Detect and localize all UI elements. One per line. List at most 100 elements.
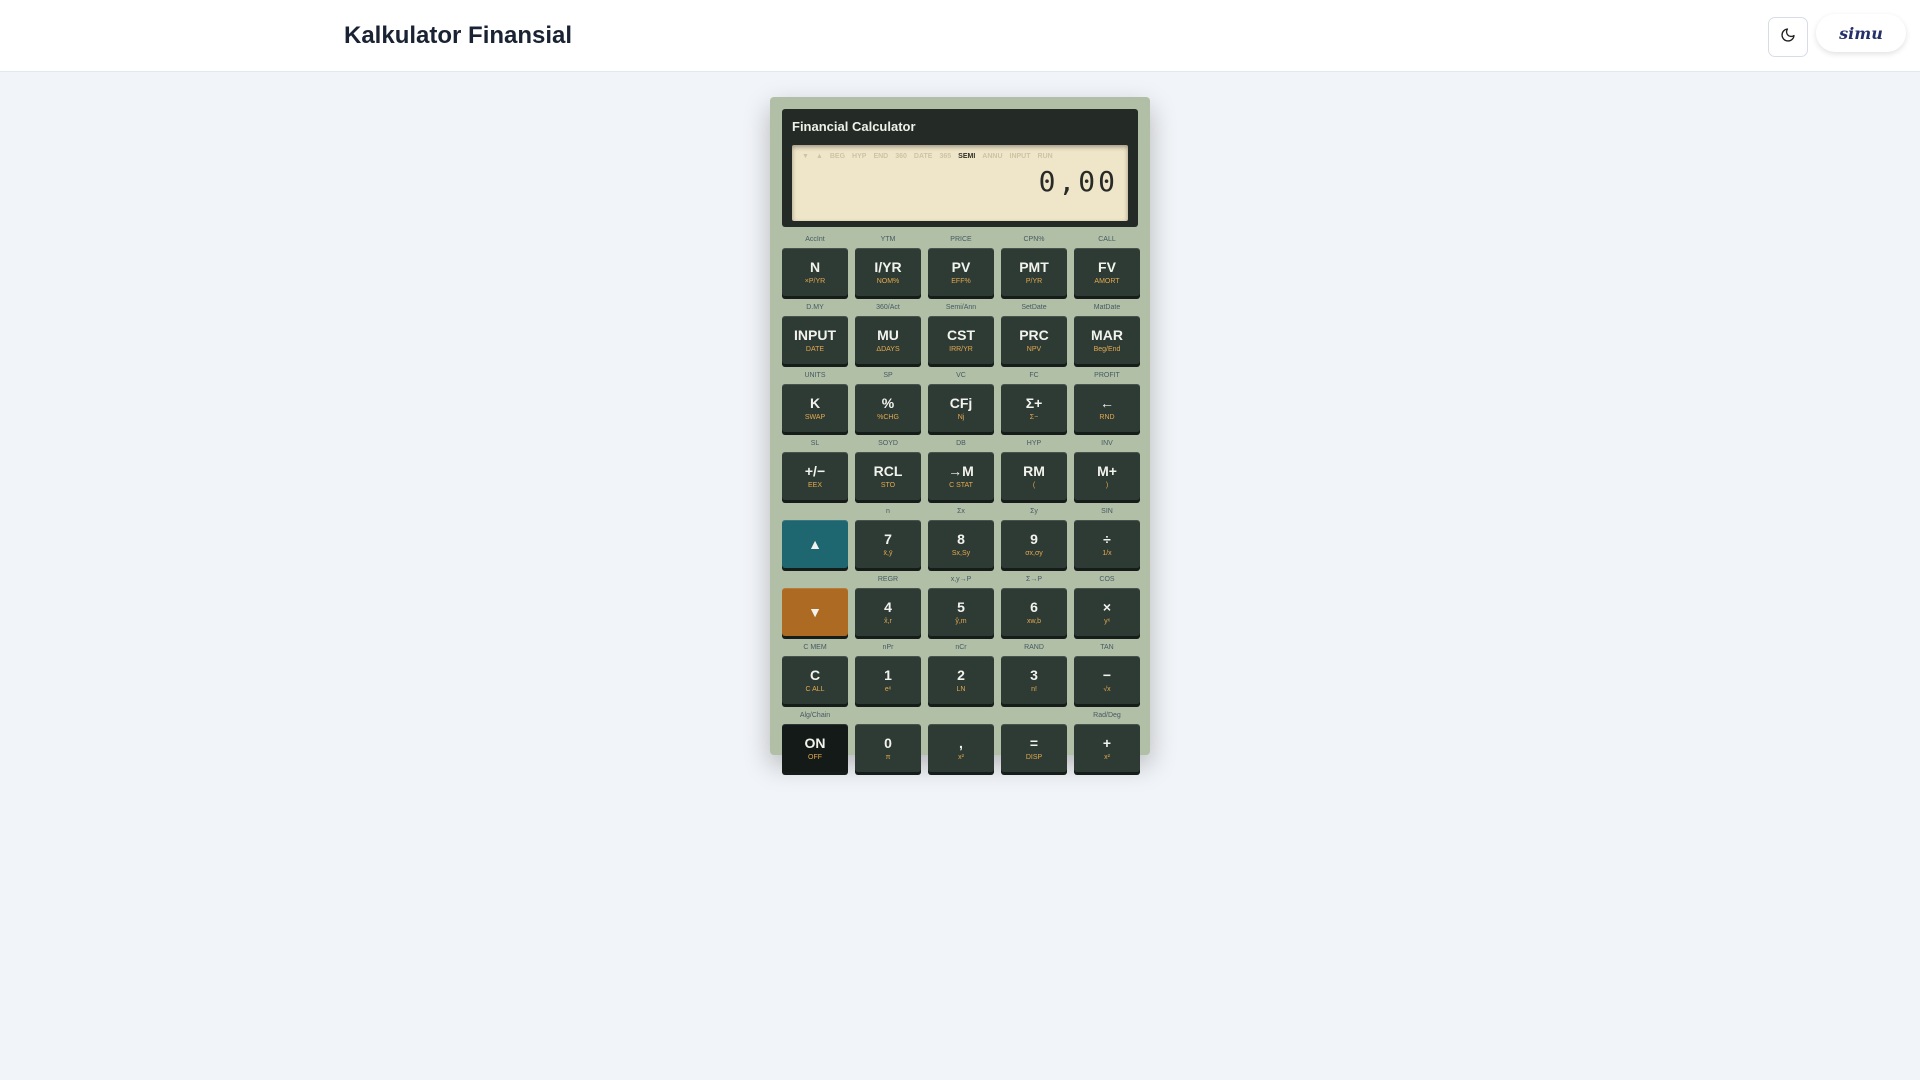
key-button[interactable]: 6 xw,b: [1001, 588, 1067, 636]
indicator-10: INPUT: [1009, 153, 1031, 160]
key-second-label: EEX: [807, 481, 822, 489]
display-value: 0,00: [1038, 165, 1118, 198]
key-button[interactable]: MAR Beg/End: [1074, 316, 1140, 364]
key-label: CFj: [949, 394, 973, 411]
key-shift-label: PRICE: [950, 236, 972, 243]
key-shift-label: RAND: [1024, 644, 1044, 651]
key-label: M+: [1097, 462, 1117, 479]
key-second-label: x̂,r: [884, 617, 892, 625]
key-shift-label: MatDate: [1093, 304, 1121, 311]
key-button[interactable]: C C ALL: [782, 656, 848, 704]
key-shift-label: TAN: [1100, 644, 1114, 651]
key-shift-label: SIN: [1101, 508, 1113, 515]
theme-toggle-button[interactable]: [1768, 17, 1808, 57]
key-cell: TAN − √x: [1074, 643, 1140, 704]
key-shift-label: UNITS: [804, 372, 826, 379]
key-button[interactable]: →M C STAT: [928, 452, 994, 500]
key-button[interactable]: MU ΔDAYS: [855, 316, 921, 364]
key-cell: , x²: [928, 711, 994, 772]
key-label: ▼: [808, 604, 822, 620]
key-label: ÷: [1103, 530, 1111, 547]
key-cell: nPr 1 eˣ: [855, 643, 921, 704]
key-button[interactable]: K SWAP: [782, 384, 848, 432]
key-button[interactable]: + x²: [1074, 724, 1140, 772]
key-cell: Semi/Ann CST IRR/YR: [928, 303, 994, 364]
key-button[interactable]: = DISP: [1001, 724, 1067, 772]
key-cell: SL +/− EEX: [782, 439, 848, 500]
indicator-4: END: [873, 153, 889, 160]
key-button[interactable]: PV EFF%: [928, 248, 994, 296]
key-second-label: STO: [880, 481, 896, 489]
key-button[interactable]: × yˣ: [1074, 588, 1140, 636]
key-row: ▲ n 7 x̄,ȳ Σx 8 Sx,Sy Σy 9 σx,σy SIN ÷ 1/x: [782, 507, 1140, 568]
key-cell: n 7 x̄,ȳ: [855, 507, 921, 568]
key-button[interactable]: CFj Nj: [928, 384, 994, 432]
key-shift-label: CPN%: [1023, 236, 1045, 243]
key-label: MU: [877, 326, 899, 343]
key-button[interactable]: 0π: [855, 724, 921, 772]
key-button[interactable]: RM (: [1001, 452, 1067, 500]
key-button[interactable]: FV AMORT: [1074, 248, 1140, 296]
key-label: 3: [1030, 666, 1038, 683]
key-button[interactable]: +/− EEX: [782, 452, 848, 500]
brand-logo[interactable]: simu: [1816, 14, 1906, 52]
key-label: ▲: [808, 536, 822, 552]
key-shift-label: SP: [883, 372, 893, 379]
key-button[interactable]: RCL STO: [855, 452, 921, 500]
key-button[interactable]: 4 x̂,r: [855, 588, 921, 636]
key-second-label: Beg/End: [1093, 345, 1121, 353]
key-button[interactable]: 5 ŷ,m: [928, 588, 994, 636]
key-second-label: EFF%: [951, 277, 971, 285]
key-cell: 360/Act MU ΔDAYS: [855, 303, 921, 364]
key-cell: Rad/Deg + x²: [1074, 711, 1140, 772]
key-second-label: x²: [1104, 753, 1110, 761]
indicator-9: ANNU: [982, 153, 1003, 160]
key-button[interactable]: , x²: [928, 724, 994, 772]
key-button[interactable]: PMT P/YR: [1001, 248, 1067, 296]
key-shift-label: FC: [1029, 372, 1039, 379]
key-button[interactable]: % %CHG: [855, 384, 921, 432]
key-button[interactable]: 3 n!: [1001, 656, 1067, 704]
key-second-label: AMORT: [1094, 277, 1120, 285]
key-button[interactable]: INPUT DATE: [782, 316, 848, 364]
key-button[interactable]: 2 LN: [928, 656, 994, 704]
key-shift-label: n: [886, 508, 890, 515]
key-shift-label: Rad/Deg: [1093, 712, 1121, 719]
key-shift-label: SetDate: [1021, 304, 1047, 311]
indicator-7: 365: [939, 153, 952, 160]
key-label: Σ+: [1025, 394, 1043, 411]
key-label: 1: [884, 666, 892, 683]
key-button[interactable]: ▼: [782, 588, 848, 636]
key-label: =: [1029, 734, 1039, 751]
key-button[interactable]: ÷ 1/x: [1074, 520, 1140, 568]
key-button[interactable]: PRC NPV: [1001, 316, 1067, 364]
key-button[interactable]: M+): [1074, 452, 1140, 500]
key-cell: ▼: [782, 575, 848, 636]
key-button[interactable]: 8 Sx,Sy: [928, 520, 994, 568]
key-button[interactable]: 7 x̄,ȳ: [855, 520, 921, 568]
key-label: RCL: [873, 462, 903, 479]
key-button[interactable]: I/YR NOM%: [855, 248, 921, 296]
key-second-label: SWAP: [804, 413, 826, 421]
key-label: 6: [1030, 598, 1038, 615]
key-label: +/−: [804, 462, 826, 479]
key-button[interactable]: N ×P/YR: [782, 248, 848, 296]
key-button[interactable]: − √x: [1074, 656, 1140, 704]
key-button[interactable]: Σ+ Σ−: [1001, 384, 1067, 432]
key-cell: SP % %CHG: [855, 371, 921, 432]
key-button[interactable]: ON OFF: [782, 724, 848, 772]
key-cell: = DISP: [1001, 711, 1067, 772]
key-button[interactable]: ← RND: [1074, 384, 1140, 432]
page-title: Kalkulator Finansial: [344, 22, 573, 49]
key-label: PV: [951, 258, 971, 275]
key-shift-label: C MEM: [803, 644, 827, 651]
key-label: ←: [1100, 394, 1114, 411]
key-button[interactable]: 1 eˣ: [855, 656, 921, 704]
key-button[interactable]: CST IRR/YR: [928, 316, 994, 364]
key-second-label: Σ−: [1029, 413, 1039, 421]
key-label: −: [1102, 666, 1112, 683]
key-row: SL +/− EEX SOYD RCL STO DB →M C STAT HYP RM (INV M+): [782, 439, 1140, 500]
key-second-label: x̄,ȳ: [883, 549, 893, 557]
key-button[interactable]: ▲: [782, 520, 848, 568]
key-button[interactable]: 9 σx,σy: [1001, 520, 1067, 568]
